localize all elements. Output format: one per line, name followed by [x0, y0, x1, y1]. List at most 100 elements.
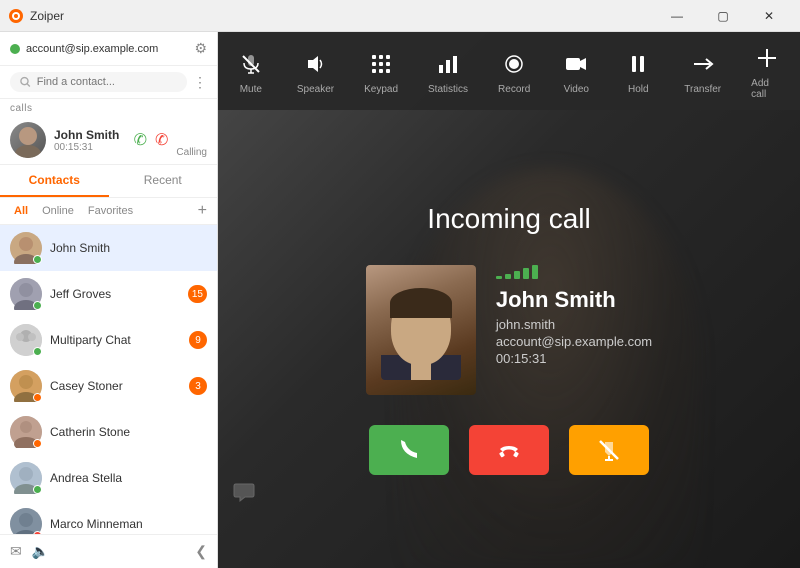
transfer-label: Transfer — [684, 84, 721, 95]
list-item[interactable]: Catherin Stone — [0, 409, 217, 455]
settings-icon[interactable]: ⚙ — [194, 40, 207, 57]
search-icon — [20, 76, 31, 88]
answer-call-button[interactable]: ✆ — [134, 130, 147, 150]
list-item[interactable]: Casey Stoner 3 — [0, 363, 217, 409]
search-input[interactable] — [37, 76, 177, 88]
speaker-button[interactable]: Speaker — [297, 48, 334, 95]
statistics-label: Statistics — [428, 84, 468, 95]
unread-badge: 9 — [189, 331, 207, 349]
video-label: Video — [564, 84, 589, 95]
minimize-button[interactable]: — — [654, 0, 700, 32]
list-item[interactable]: Marco Minneman — [0, 501, 217, 534]
maximize-button[interactable]: ▢ — [700, 0, 746, 32]
keypad-button[interactable]: Keypad — [364, 48, 398, 95]
contact-name: John Smith — [50, 241, 207, 255]
signal-bars — [496, 265, 652, 279]
sidebar-tabs: Contacts Recent — [0, 165, 217, 198]
call-area: Mute Speaker — [218, 32, 800, 568]
calls-label: calls — [0, 99, 217, 116]
close-button[interactable]: ✕ — [746, 0, 792, 32]
collapse-button[interactable]: ❮ — [195, 543, 207, 560]
contact-name: Catherin Stone — [50, 425, 207, 439]
voicemail-icon[interactable]: ✉ — [10, 543, 22, 560]
list-item[interactable]: John Smith — [0, 225, 217, 271]
active-call-item[interactable]: John Smith 00:15:31 ✆ ✆ Calling — [0, 116, 217, 164]
signal-bar-2 — [505, 274, 511, 279]
call-actions: ✆ ✆ — [134, 130, 169, 150]
caller-photo-inner — [366, 265, 476, 395]
mute-button-call[interactable] — [569, 425, 649, 475]
statistics-button[interactable]: Statistics — [428, 48, 468, 95]
filter-tabs: All Online Favorites + — [0, 198, 217, 225]
contact-name: Multiparty Chat — [50, 333, 181, 347]
contact-name: Marco Minneman — [50, 517, 207, 531]
signal-bar-4 — [523, 268, 529, 279]
online-status-indicator — [33, 255, 42, 264]
tab-recent[interactable]: Recent — [109, 165, 218, 197]
caller-account: account@sip.example.com — [496, 334, 652, 349]
statistics-icon — [432, 48, 464, 80]
add-filter-button[interactable]: + — [198, 202, 207, 220]
call-avatar-img — [10, 122, 46, 158]
incoming-call-title: Incoming call — [427, 203, 590, 235]
avatar — [10, 324, 42, 356]
avatar — [10, 232, 42, 264]
add-call-label: Add call — [751, 78, 783, 100]
app-title: Zoiper — [30, 9, 654, 23]
online-status-indicator — [33, 347, 42, 356]
record-icon — [498, 48, 530, 80]
hangup-button[interactable] — [469, 425, 549, 475]
speaker-icon — [299, 48, 331, 80]
caller-name: John Smith — [496, 287, 652, 313]
record-label: Record — [498, 84, 530, 95]
signal-bar-3 — [514, 271, 520, 279]
account-info: account@sip.example.com — [10, 43, 158, 55]
online-status-indicator — [33, 301, 42, 310]
calls-section: calls John Smith 00:15:31 ✆ ✆ — [0, 99, 217, 165]
answer-button[interactable] — [369, 425, 449, 475]
filter-favorites[interactable]: Favorites — [84, 203, 137, 219]
online-status-indicator — [33, 439, 42, 448]
filter-online[interactable]: Online — [38, 203, 78, 219]
record-button[interactable]: Record — [498, 48, 530, 95]
transfer-button[interactable]: Transfer — [684, 48, 721, 95]
unread-badge: 15 — [188, 285, 207, 303]
add-call-button[interactable]: Add call — [751, 42, 783, 100]
call-info: John Smith 00:15:31 — [54, 128, 126, 153]
sidebar: account@sip.example.com ⚙ ⋮ calls — [0, 32, 218, 568]
filter-all[interactable]: All — [10, 203, 32, 219]
caller-info: John Smith john.smith account@sip.exampl… — [496, 265, 652, 366]
list-item[interactable]: Jeff Groves 15 — [0, 271, 217, 317]
signal-bar-1 — [496, 276, 502, 279]
titlebar: Zoiper — ▢ ✕ — [0, 0, 800, 32]
online-status-indicator — [33, 531, 42, 534]
video-button[interactable]: Video — [560, 48, 592, 95]
sidebar-bottom: ✉ 🔈 ❮ — [0, 534, 217, 568]
online-status-indicator — [33, 485, 42, 494]
tab-contacts[interactable]: Contacts — [0, 165, 109, 197]
hold-button[interactable]: Hold — [622, 48, 654, 95]
mute-icon — [235, 48, 267, 80]
search-bar: ⋮ — [0, 66, 217, 99]
contact-name: Jeff Groves — [50, 287, 180, 301]
avatar — [10, 508, 42, 534]
grid-icon[interactable]: ⋮ — [193, 74, 207, 91]
call-avatar — [10, 122, 46, 158]
keypad-label: Keypad — [364, 84, 398, 95]
sidebar-header: account@sip.example.com ⚙ — [0, 32, 217, 66]
list-item[interactable]: Andrea Stella — [0, 455, 217, 501]
volume-icon[interactable]: 🔈 — [32, 543, 49, 560]
call-content: Incoming call — [218, 110, 800, 568]
keypad-icon — [365, 48, 397, 80]
mute-button[interactable]: Mute — [235, 48, 267, 95]
caller-photo — [366, 265, 476, 395]
list-item[interactable]: Multiparty Chat 9 — [0, 317, 217, 363]
unread-badge: 3 — [189, 377, 207, 395]
video-icon — [560, 48, 592, 80]
caller-card: John Smith john.smith account@sip.exampl… — [366, 265, 652, 395]
contact-name: Andrea Stella — [50, 471, 207, 485]
hangup-call-button[interactable]: ✆ — [155, 130, 168, 150]
contact-list: John Smith Jeff Groves 15 — [0, 225, 217, 534]
toolbar: Mute Speaker — [218, 32, 800, 110]
avatar — [10, 278, 42, 310]
